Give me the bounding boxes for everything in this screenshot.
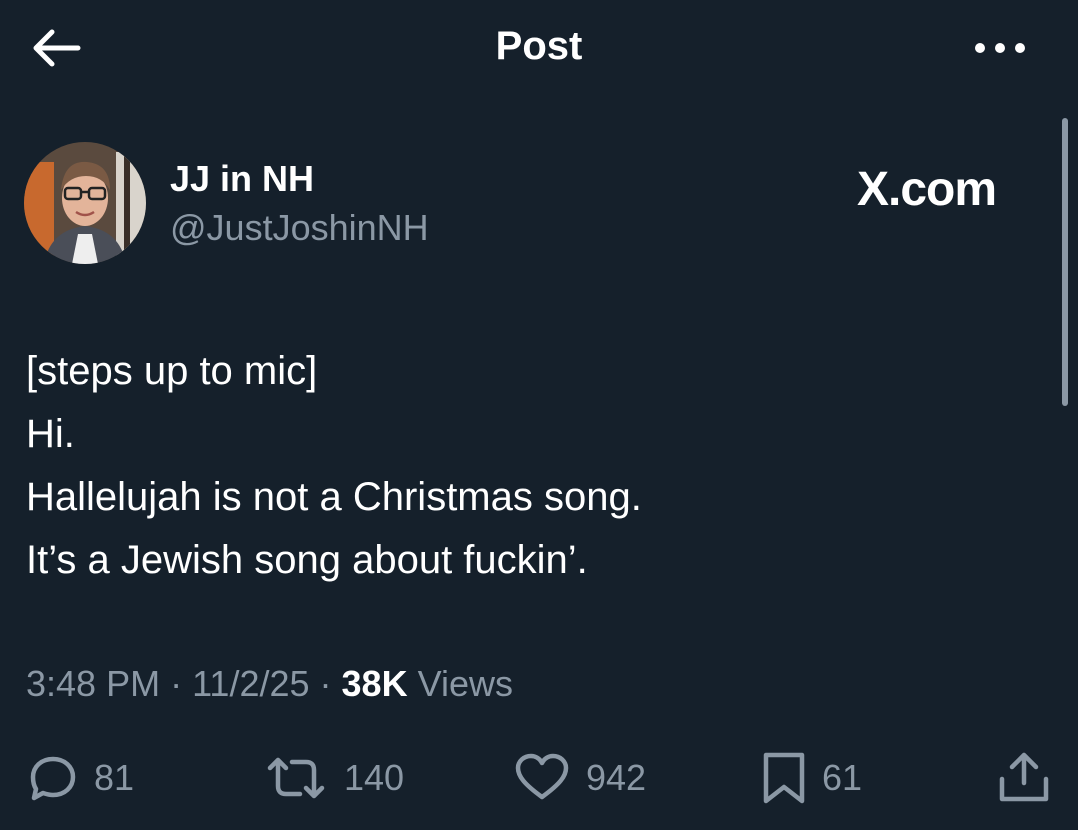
views-label: Views <box>407 663 513 704</box>
post-text-line: It’s a Jewish song about fuckin’. <box>26 538 588 582</box>
bookmark-icon <box>763 752 805 804</box>
like-button[interactable]: 942 <box>514 750 646 806</box>
post-time[interactable]: 3:48 PM <box>26 663 160 704</box>
bookmark-button[interactable]: 61 <box>762 750 862 806</box>
repost-count: 140 <box>344 757 405 798</box>
meta-separator: · <box>309 663 342 704</box>
post-text-line: [steps up to mic] <box>26 349 318 393</box>
views-count[interactable]: 38K <box>342 663 408 704</box>
scrollbar[interactable] <box>1062 118 1068 406</box>
author-handle[interactable]: @JustJoshinNH <box>170 207 429 249</box>
more-options-button[interactable] <box>970 30 1030 66</box>
profile-photo-icon <box>24 142 146 264</box>
meta-separator: · <box>160 663 193 704</box>
reply-button[interactable]: 81 <box>28 750 134 806</box>
watermark-xcom: X.com <box>857 163 997 216</box>
avatar[interactable] <box>24 142 146 264</box>
heart-icon <box>515 753 569 800</box>
repost-button[interactable]: 140 <box>264 750 404 806</box>
top-bar: Post <box>0 0 1078 100</box>
repost-icon <box>267 757 325 799</box>
bookmark-count: 61 <box>822 757 863 798</box>
post-text-line: Hi. <box>26 412 75 456</box>
reply-count: 81 <box>94 757 135 798</box>
action-bar: 81 140 942 61 <box>0 750 1078 810</box>
share-button[interactable] <box>996 750 1052 806</box>
author-display-name[interactable]: JJ in NH <box>170 158 314 200</box>
reply-icon <box>30 756 76 801</box>
post-text-line: Hallelujah is not a Christmas song. <box>26 475 642 519</box>
page-title: Post <box>495 24 583 68</box>
more-horizontal-icon <box>975 43 1025 53</box>
post-date[interactable]: 11/2/25 <box>192 663 309 704</box>
post-metadata: 3:48 PM · 11/2/25 · 38K Views <box>26 663 513 705</box>
like-count: 942 <box>586 757 647 798</box>
post-text: [steps up to mic] Hi. Hallelujah is not … <box>26 340 642 592</box>
share-icon <box>999 752 1049 802</box>
